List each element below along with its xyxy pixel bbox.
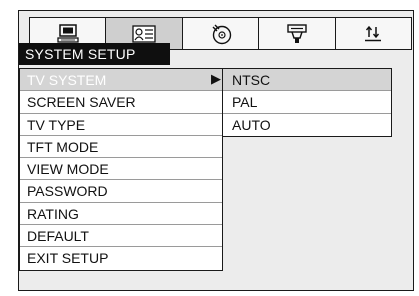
speaker-icon	[287, 23, 307, 43]
menu-item-exit-setup[interactable]: EXIT SETUP	[20, 247, 222, 269]
submenu-item-auto[interactable]: AUTO	[223, 114, 391, 136]
menu-item-tv-type[interactable]: TV TYPE	[20, 114, 222, 136]
disc-icon	[212, 24, 231, 44]
menu-item-view-mode[interactable]: VIEW MODE	[20, 158, 222, 181]
adjust-arrows-icon	[365, 25, 382, 41]
tab-preference-setup[interactable]	[335, 18, 412, 49]
menu-item-tv-system[interactable]: TV SYSTEM	[20, 69, 222, 92]
system-setup-menu: TV SYSTEM SCREEN SAVER TV TYPE TFT MODE …	[19, 68, 223, 271]
tab-audio-setup[interactable]	[182, 18, 260, 49]
language-card-icon	[132, 24, 156, 43]
monitor-icon	[57, 23, 79, 43]
menu-title: SYSTEM SETUP	[19, 43, 170, 65]
menu-item-rating[interactable]: RATING	[20, 203, 222, 226]
menu-item-default[interactable]: DEFAULT	[20, 225, 222, 248]
selection-pointer-icon: ▶	[211, 71, 221, 86]
menu-item-password[interactable]: PASSWORD	[20, 180, 222, 203]
submenu-item-pal[interactable]: PAL	[223, 91, 391, 114]
tab-video-setup[interactable]	[259, 18, 336, 49]
tv-system-submenu: NTSC PAL AUTO	[222, 68, 392, 137]
menu-item-screen-saver[interactable]: SCREEN SAVER	[20, 91, 222, 114]
submenu-item-ntsc[interactable]: NTSC	[223, 69, 391, 92]
menu-item-tft-mode[interactable]: TFT MODE	[20, 136, 222, 159]
